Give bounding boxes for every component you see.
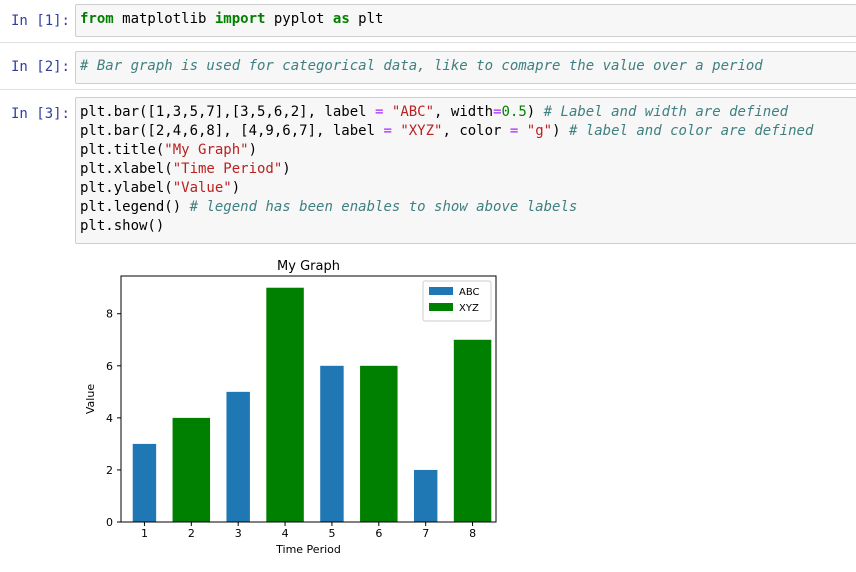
code-text-3: plt.bar([1,3,5,7],[3,5,6,2], label = "AB…: [80, 103, 813, 236]
code-token: ): [526, 104, 544, 120]
x-tick-label: 7: [422, 527, 429, 540]
code-token: ): [231, 180, 241, 196]
code-token: # label and color are defined: [568, 123, 814, 139]
code-token: ): [248, 142, 258, 158]
chart-title: My Graph: [277, 259, 340, 274]
x-axis-label: Time Period: [275, 543, 341, 556]
code-token: # Bar graph is used for categorical data…: [80, 58, 763, 74]
bar-abc-7: [413, 469, 438, 522]
code-token: # legend has been enables to show above …: [189, 199, 578, 215]
code-input-2[interactable]: # Bar graph is used for categorical data…: [75, 51, 856, 84]
bar-xyz-8: [453, 339, 492, 522]
y-tick-label: 8: [106, 308, 113, 321]
y-tick-label: 4: [106, 412, 113, 425]
code-token: =: [383, 123, 392, 139]
bar-xyz-2: [172, 417, 211, 522]
code-line: # Bar graph is used for categorical data…: [80, 57, 763, 76]
y-tick-label: 2: [106, 464, 113, 477]
code-token: plt.legend(): [80, 199, 190, 215]
code-token: "Time Period": [172, 161, 283, 177]
code-token: from: [80, 11, 114, 27]
code-line: from matplotlib import pyplot as plt: [80, 10, 383, 29]
code-token: "ABC": [391, 104, 435, 120]
x-tick-label: 3: [235, 527, 242, 540]
bar-xyz-4: [266, 287, 304, 522]
code-token: "XYZ": [400, 123, 443, 139]
code-line: plt.show(): [80, 217, 813, 236]
x-tick-label: 2: [188, 527, 195, 540]
cell-divider: [0, 42, 856, 43]
cell-prompt: In [2]:: [10, 59, 70, 75]
code-line: plt.bar([2,4,6,8], [4,9,6,7], label = "X…: [80, 122, 813, 141]
code-line: plt.bar([1,3,5,7],[3,5,6,2], label = "AB…: [80, 103, 813, 122]
x-tick-label: 5: [328, 527, 335, 540]
code-token: "Value": [172, 180, 232, 196]
code-text-2: # Bar graph is used for categorical data…: [80, 57, 763, 76]
bar-chart: 1 2 3 4 5 6 7 8 0 2 4 6 8 My Graph Time Period Value ABC…: [84, 259, 497, 556]
code-token: as: [332, 11, 350, 27]
legend-swatch-xyz: [429, 303, 453, 311]
code-token: plt.bar([2,4,6,8], [4,9,6,7], label: [80, 123, 384, 139]
code-token: , width: [434, 104, 494, 120]
code-token: plt.title(: [80, 142, 165, 158]
code-token: 0.5: [501, 104, 527, 120]
code-token: "My Graph": [164, 142, 249, 158]
code-input-1[interactable]: from matplotlib import pyplot as plt: [75, 4, 856, 37]
code-token: plt: [349, 11, 384, 27]
legend-label: XYZ: [459, 303, 479, 314]
code-token: plt.show(): [80, 218, 165, 234]
code-line: plt.title("My Graph"): [80, 141, 813, 160]
cell-prompt: In [3]:: [10, 106, 70, 122]
output-figure: 1 2 3 4 5 6 7 8 0 2 4 6 8 My Graph Time Period Value ABC…: [76, 248, 506, 568]
code-token: pyplot: [265, 11, 333, 27]
code-line: plt.legend() # legend has been enables t…: [80, 198, 813, 217]
code-input-3[interactable]: plt.bar([1,3,5,7],[3,5,6,2], label = "AB…: [75, 97, 856, 244]
code-line: plt.xlabel("Time Period"): [80, 160, 813, 179]
code-token: matplotlib: [113, 11, 215, 27]
code-token: import: [214, 11, 266, 27]
code-token: plt.xlabel(: [80, 161, 173, 177]
legend-swatch-abc: [429, 287, 453, 295]
bar-xyz-6: [360, 365, 398, 522]
code-token: # Label and width are defined: [543, 104, 789, 120]
legend-label: ABC: [459, 287, 480, 298]
y-tick-label: 0: [106, 516, 113, 529]
code-token: plt.bar([1,3,5,7],[3,5,6,2], label: [80, 104, 376, 120]
x-tick-label: 6: [375, 527, 382, 540]
x-tick-label: 8: [469, 527, 476, 540]
code-token: ): [552, 123, 569, 139]
bar-abc-5: [320, 365, 344, 522]
code-token: "g": [526, 123, 553, 139]
code-token: ): [282, 161, 291, 177]
x-tick-label: 1: [141, 527, 148, 540]
y-axis-label: Value: [84, 384, 97, 414]
code-line: plt.ylabel("Value"): [80, 179, 813, 198]
cell-prompt: In [1]:: [10, 13, 70, 29]
cell-divider: [0, 89, 856, 90]
code-text-1: from matplotlib import pyplot as plt: [80, 10, 383, 29]
code-token: =: [493, 104, 502, 120]
bar-abc-3: [226, 391, 250, 522]
x-tick-label: 4: [282, 527, 289, 540]
y-tick-label: 6: [106, 360, 113, 373]
bar-abc-1: [132, 443, 157, 522]
code-token: plt.ylabel(: [80, 180, 173, 196]
code-token: , color: [442, 123, 510, 139]
